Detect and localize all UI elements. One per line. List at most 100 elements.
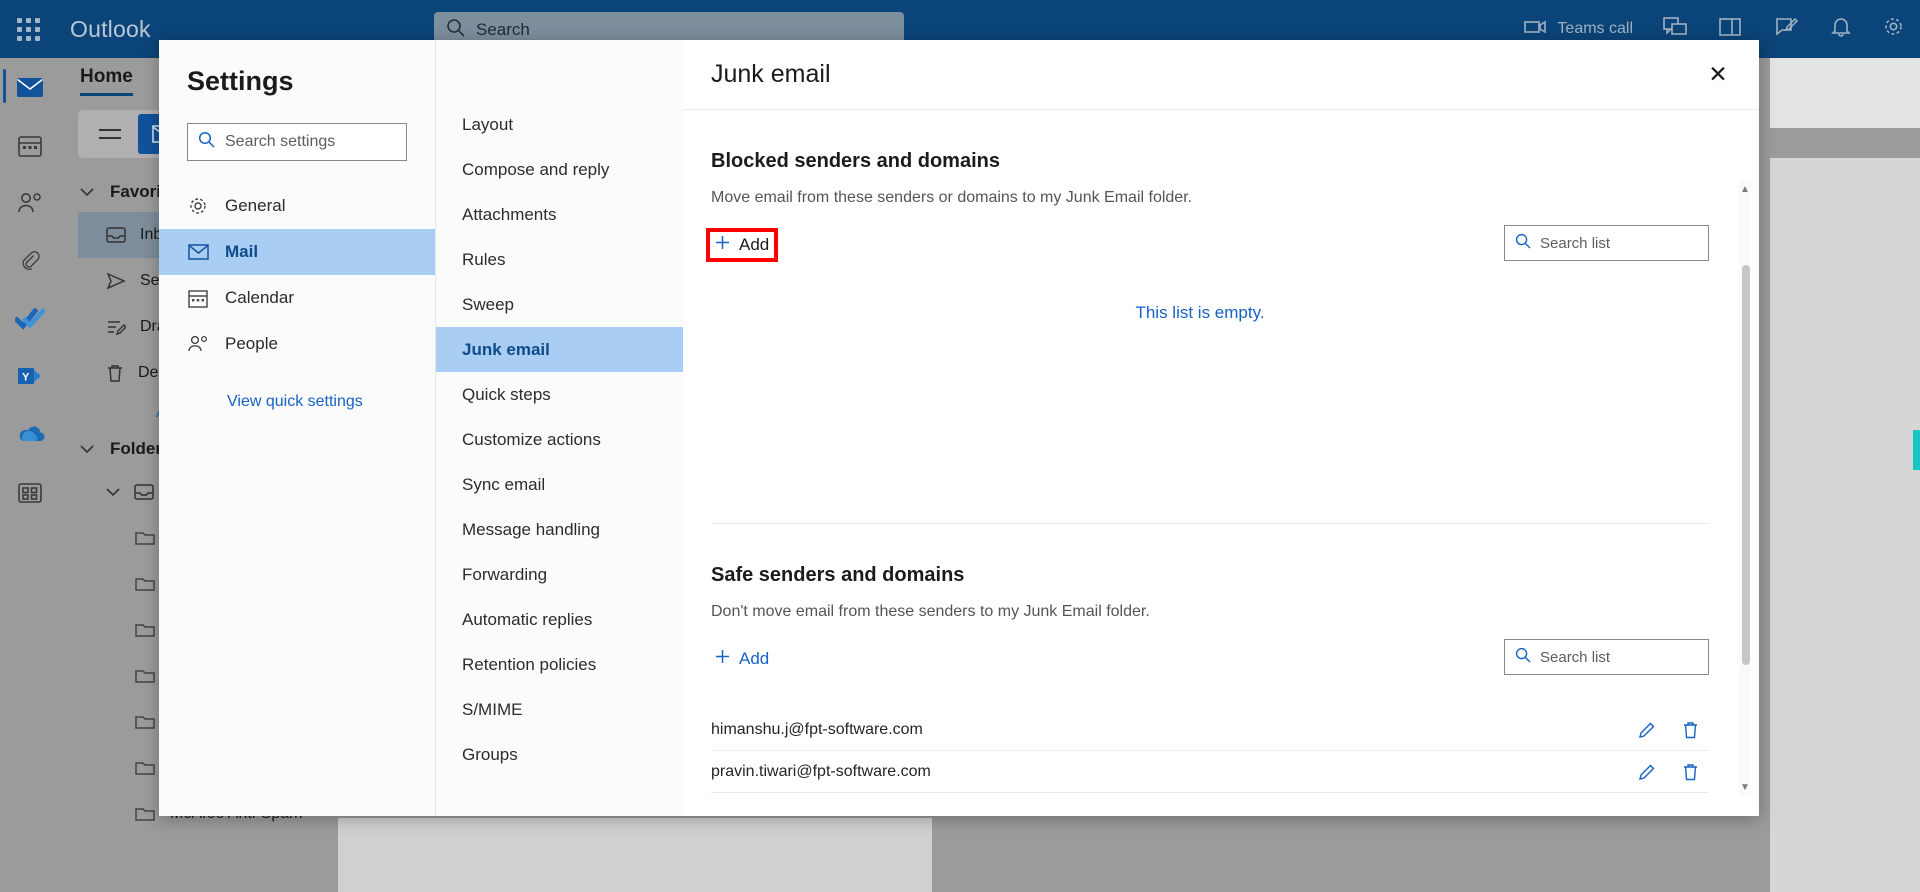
- scrollbar-thumb[interactable]: [1742, 265, 1750, 665]
- blocked-senders-title: Blocked senders and domains: [711, 150, 1000, 172]
- settings-sub-customize-actions[interactable]: Customize actions: [436, 417, 683, 462]
- settings-sub-message-handling[interactable]: Message handling: [436, 507, 683, 552]
- settings-category-label: Calendar: [225, 288, 294, 307]
- row-actions: [1638, 721, 1709, 739]
- hamburger-icon[interactable]: [88, 114, 132, 154]
- settings-dialog: Settings Search settings General Mail Ca…: [159, 40, 1759, 816]
- blocked-add-button[interactable]: Add: [705, 228, 779, 262]
- safe-sender-address: himanshu.j@fpt-software.com: [711, 720, 923, 738]
- rail-item-yammer[interactable]: Y: [0, 348, 60, 406]
- rail-item-onedrive[interactable]: [0, 406, 60, 464]
- svg-text:Y: Y: [22, 372, 30, 384]
- settings-sub-sync-email[interactable]: Sync email: [436, 462, 683, 507]
- chat-icon: [1663, 16, 1687, 42]
- settings-category-label: Mail: [225, 242, 259, 261]
- notifications-button[interactable]: [1815, 0, 1867, 58]
- app-launcher-icon[interactable]: [0, 0, 56, 58]
- section-divider: [711, 523, 1709, 524]
- settings-category-list: General Mail Calendar People: [159, 183, 435, 367]
- rail-item-calendar[interactable]: [0, 116, 60, 174]
- gear-icon: [1883, 16, 1904, 42]
- right-panel-row: [1768, 128, 1920, 158]
- settings-category-calendar[interactable]: Calendar: [159, 275, 435, 321]
- settings-sub-groups[interactable]: Groups: [436, 732, 683, 777]
- settings-sub-quick-steps[interactable]: Quick steps: [436, 372, 683, 417]
- settings-search-input[interactable]: Search settings: [187, 123, 407, 161]
- rail-item-people[interactable]: [0, 174, 60, 232]
- blocked-empty-message: This list is empty.: [1135, 303, 1265, 322]
- safe-senders-list: himanshu.j@fpt-software.com pravin.tiwar…: [711, 709, 1759, 793]
- search-placeholder: Search: [476, 19, 530, 39]
- brand-title: Outlook: [70, 15, 151, 42]
- search-icon: [446, 18, 465, 42]
- gear-icon: [187, 196, 209, 216]
- blocked-senders-description: Move email from these senders or domains…: [711, 189, 1193, 206]
- teams-icon: [1719, 17, 1743, 42]
- settings-sub-automatic-replies[interactable]: Automatic replies: [436, 597, 683, 642]
- tab-home[interactable]: Home: [80, 66, 133, 96]
- settings-category-label: People: [225, 334, 278, 353]
- settings-sub-rules[interactable]: Rules: [436, 237, 683, 282]
- table-row[interactable]: himanshu.j@fpt-software.com: [711, 709, 1709, 751]
- blocked-search-placeholder: Search list: [1540, 234, 1611, 252]
- scroll-down-icon[interactable]: ▼: [1739, 782, 1751, 794]
- right-panel: [1770, 58, 1920, 892]
- view-quick-settings-link[interactable]: View quick settings: [159, 367, 435, 411]
- safe-search-placeholder: Search list: [1540, 648, 1611, 666]
- safe-senders-description: Don't move email from these senders to m…: [711, 603, 1150, 620]
- settings-sub-retention-policies[interactable]: Retention policies: [436, 642, 683, 687]
- feedback-icon: [1775, 17, 1799, 42]
- settings-category-mail[interactable]: Mail: [159, 229, 435, 275]
- rail-item-files[interactable]: [0, 232, 60, 290]
- settings-category-people[interactable]: People: [159, 321, 435, 367]
- delete-icon[interactable]: [1682, 721, 1699, 739]
- settings-sub-layout[interactable]: Layout: [436, 102, 683, 147]
- safe-sender-address: pravin.tiwari@fpt-software.com: [711, 762, 931, 780]
- plus-icon: [715, 235, 730, 255]
- table-row[interactable]: pravin.tiwari@fpt-software.com: [711, 751, 1709, 793]
- panel-body: Blocked senders and domains Move email f…: [683, 110, 1759, 816]
- blocked-add-label: Add: [739, 235, 770, 254]
- rail-item-todo[interactable]: [0, 290, 60, 348]
- feedback-button[interactable]: [1759, 0, 1815, 58]
- teams-call-label: Teams call: [1557, 20, 1633, 37]
- settings-categories-pane: Settings Search settings General Mail Ca…: [159, 40, 435, 816]
- safe-senders-title: Safe senders and domains: [711, 564, 965, 586]
- safe-add-button[interactable]: Add: [711, 647, 773, 671]
- rail-item-apps[interactable]: [0, 464, 60, 522]
- page-title: Junk email: [711, 60, 831, 88]
- bell-icon: [1831, 16, 1851, 42]
- settings-sub-attachments[interactable]: Attachments: [436, 192, 683, 237]
- edit-icon[interactable]: [1638, 763, 1656, 781]
- settings-search-placeholder: Search settings: [225, 133, 336, 150]
- settings-category-general[interactable]: General: [159, 183, 435, 229]
- search-icon: [1515, 647, 1531, 668]
- panel-header: Junk email ✕: [683, 40, 1759, 110]
- settings-sub-compose-and-reply[interactable]: Compose and reply: [436, 147, 683, 192]
- teal-marker: [1913, 430, 1920, 470]
- rail-item-mail[interactable]: [0, 58, 60, 116]
- scroll-up-icon[interactable]: ▲: [1739, 184, 1751, 196]
- settings-sub-forwarding[interactable]: Forwarding: [436, 552, 683, 597]
- blocked-senders-toolbar: Add Search list: [705, 225, 1759, 273]
- blocked-search-input[interactable]: Search list: [1504, 225, 1709, 261]
- settings-button[interactable]: [1867, 0, 1920, 58]
- bottom-overlay: [338, 818, 932, 892]
- row-actions: [1638, 763, 1709, 781]
- search-icon: [1515, 233, 1531, 254]
- safe-search-input[interactable]: Search list: [1504, 639, 1709, 675]
- settings-sub-smime[interactable]: S/MIME: [436, 687, 683, 732]
- plus-icon: [715, 649, 730, 669]
- delete-icon[interactable]: [1682, 763, 1699, 781]
- settings-sub-junk-email[interactable]: Junk email: [436, 327, 683, 372]
- close-icon[interactable]: ✕: [1695, 52, 1741, 98]
- edit-icon[interactable]: [1638, 721, 1656, 739]
- blocked-list-spacer: [711, 323, 1759, 483]
- settings-sub-sweep[interactable]: Sweep: [436, 282, 683, 327]
- app-rail: Y: [0, 58, 60, 892]
- outlook-window: Home Favorites Inbox Sent Items Drafts D…: [0, 0, 1920, 892]
- settings-subcategories-pane: Layout Compose and reply Attachments Rul…: [435, 40, 683, 816]
- search-icon: [198, 131, 215, 153]
- video-camera-icon: [1524, 19, 1548, 40]
- settings-title: Settings: [187, 66, 294, 96]
